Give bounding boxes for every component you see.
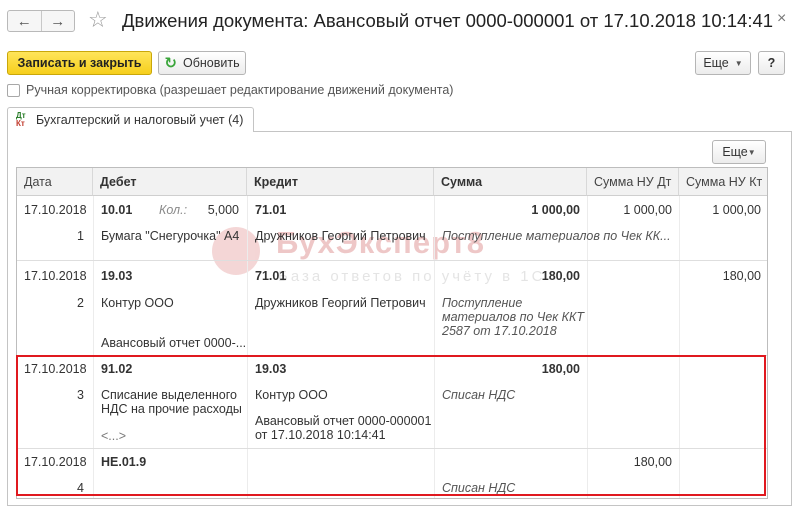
row-date: 17.10.2018 [24,362,87,376]
debit-account: 19.03 [101,269,133,283]
postings-table: Дата Дебет Кредит Сумма Сумма НУ Дт Сумм… [16,167,768,499]
amount: 180,00 [541,362,580,376]
row-number: 2 [77,296,84,310]
table-more-button[interactable]: Еще ▼ [712,140,766,164]
row-date: 17.10.2018 [24,269,87,283]
manual-adjust-row: Ручная корректировка (разрешает редактир… [7,83,453,97]
credit-account: 71.01 [255,203,287,217]
nu-kt: 180,00 [722,269,761,283]
row-date: 17.10.2018 [24,455,87,469]
help-button[interactable]: ? [758,51,785,75]
col-header-debit[interactable]: Дебет [93,168,247,196]
debit-subconto-2: Авансовый отчет 0000-... [101,336,247,350]
debit-subconto-line: Списание выделенного [101,388,237,402]
credit-subconto: Контур ООО [255,388,328,402]
row-number: 1 [77,229,84,243]
chevron-down-icon: ▼ [747,147,756,157]
content-line: 2587 от 17.10.2018 [442,324,557,338]
col-header-date[interactable]: Дата [17,168,93,196]
debit-subconto: Бумага "Снегурочка" А4 [101,229,240,243]
content: Поступление материалов по Чек КК... [442,229,671,243]
chevron-down-icon: ▼ [734,58,743,68]
refresh-icon: ↻ [164,55,177,72]
credit-subconto-line: Авансовый отчет 0000-000001 [255,414,432,428]
favorite-star-icon[interactable]: ☆ [88,8,108,32]
content: Списан НДС [442,388,516,402]
nav-buttons: ← → [7,10,75,32]
dt-kt-icon: Дт Кт [16,111,26,128]
content-line: Поступление [442,296,523,310]
col-header-amount[interactable]: Сумма [434,168,587,196]
nu-kt: 1 000,00 [712,203,761,217]
debit-account: 10.01 [101,203,133,217]
credit-subconto: Дружников Георгий Петрович [255,296,426,310]
manual-adjust-checkbox[interactable] [7,83,20,97]
credit-subconto: Дружников Георгий Петрович [255,229,426,243]
tab-accounting[interactable]: Дт Кт Бухгалтерский и налоговый учет (4) [7,107,255,132]
refresh-label: Обновить [182,56,240,70]
save-and-close-button[interactable]: Записать и закрыть [7,51,152,75]
debit-subconto: Контур ООО [101,296,174,310]
back-icon[interactable]: ← [8,11,41,31]
nu-dt: 180,00 [633,455,672,469]
row-number: 3 [77,388,84,402]
title-bar: ← → ☆ Движения документа: Авансовый отче… [0,0,800,44]
col-header-credit[interactable]: Кредит [247,168,434,196]
debit-account: 91.02 [101,362,133,376]
refresh-button[interactable]: ↻ Обновить [158,51,246,75]
credit-subconto-line: от 17.10.2018 10:14:41 [255,428,386,442]
credit-account: 19.03 [255,362,287,376]
row-date: 17.10.2018 [24,203,87,217]
forward-icon[interactable]: → [40,11,75,31]
table-more-label: Еще [722,145,748,159]
qty-label: Кол.: [159,203,188,217]
row-number: 4 [77,481,84,495]
debit-subconto-more[interactable]: <...> [101,429,126,444]
amount: 1 000,00 [531,203,580,217]
tab-label: Бухгалтерский и налоговый учет (4) [36,113,244,127]
window-title: Движения документа: Авансовый отчет 0000… [122,10,774,31]
close-icon[interactable]: × [777,10,786,28]
more-label: Еще [703,56,729,70]
content-line: материалов по Чек ККТ [442,310,585,324]
credit-account: 71.01 [255,269,287,283]
manual-adjust-label[interactable]: Ручная корректировка (разрешает редактир… [26,83,453,97]
nu-dt: 1 000,00 [623,203,672,217]
debit-subconto-line: НДС на прочие расходы [101,402,242,416]
more-button[interactable]: Еще ▼ [695,51,751,75]
col-header-nu-kt[interactable]: Сумма НУ Кт [679,168,767,196]
col-header-nu-dt[interactable]: Сумма НУ Дт [587,168,679,196]
debit-account: НЕ.01.9 [101,455,147,469]
content: Списан НДС [442,481,516,495]
amount: 180,00 [541,269,580,283]
qty-value: 5,000 [207,203,239,217]
